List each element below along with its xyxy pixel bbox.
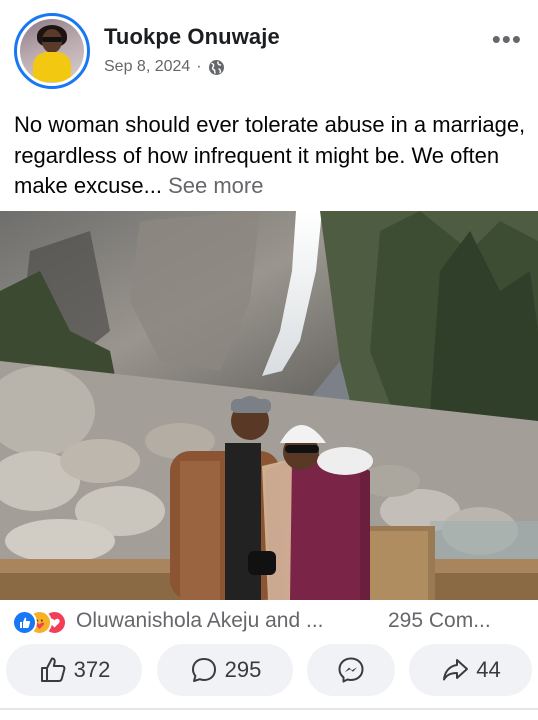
comment-bubble-icon [189,655,219,685]
reactor-names[interactable]: Oluwanishola Akeju and ... [76,609,324,633]
thumbs-up-icon [38,655,68,685]
meta-separator: · [196,58,202,75]
more-options-icon[interactable]: ••• [492,26,522,52]
post-ellipsis: ... [143,173,162,198]
post-text: No woman should ever tolerate abuse in a… [14,110,526,202]
messenger-icon [336,655,366,685]
reactions-summary[interactable]: Oluwanishola Akeju and ... 295 Com... [0,602,538,638]
post-body: No woman should ever tolerate abuse in a… [14,112,526,198]
post-date[interactable]: Sep 8, 2024 [104,58,190,76]
comment-count: 295 [224,657,262,682]
like-button[interactable]: 372 [6,644,142,696]
globe-icon [208,59,225,76]
post-header: Tuokpe Onuwaje Sep 8, 2024 · ••• [0,0,538,100]
divider [0,708,538,710]
post-photo[interactable] [0,211,538,600]
share-button[interactable]: 44 [409,644,532,696]
messenger-button[interactable] [307,644,395,696]
like-count: 372 [73,657,111,682]
post-meta: Sep 8, 2024 · [104,58,225,76]
see-more-link[interactable]: See more [168,173,263,198]
share-count: 44 [476,657,501,682]
comments-count-link[interactable]: 295 Com... [388,609,491,633]
reaction-icons [12,610,76,635]
comment-button[interactable]: 295 [157,644,293,696]
action-bar: 372 295 44 [0,640,538,702]
author-name[interactable]: Tuokpe Onuwaje [104,24,280,50]
like-icon [12,610,37,635]
share-arrow-icon [440,655,470,685]
avatar-image [20,19,84,83]
author-avatar[interactable] [14,13,90,89]
